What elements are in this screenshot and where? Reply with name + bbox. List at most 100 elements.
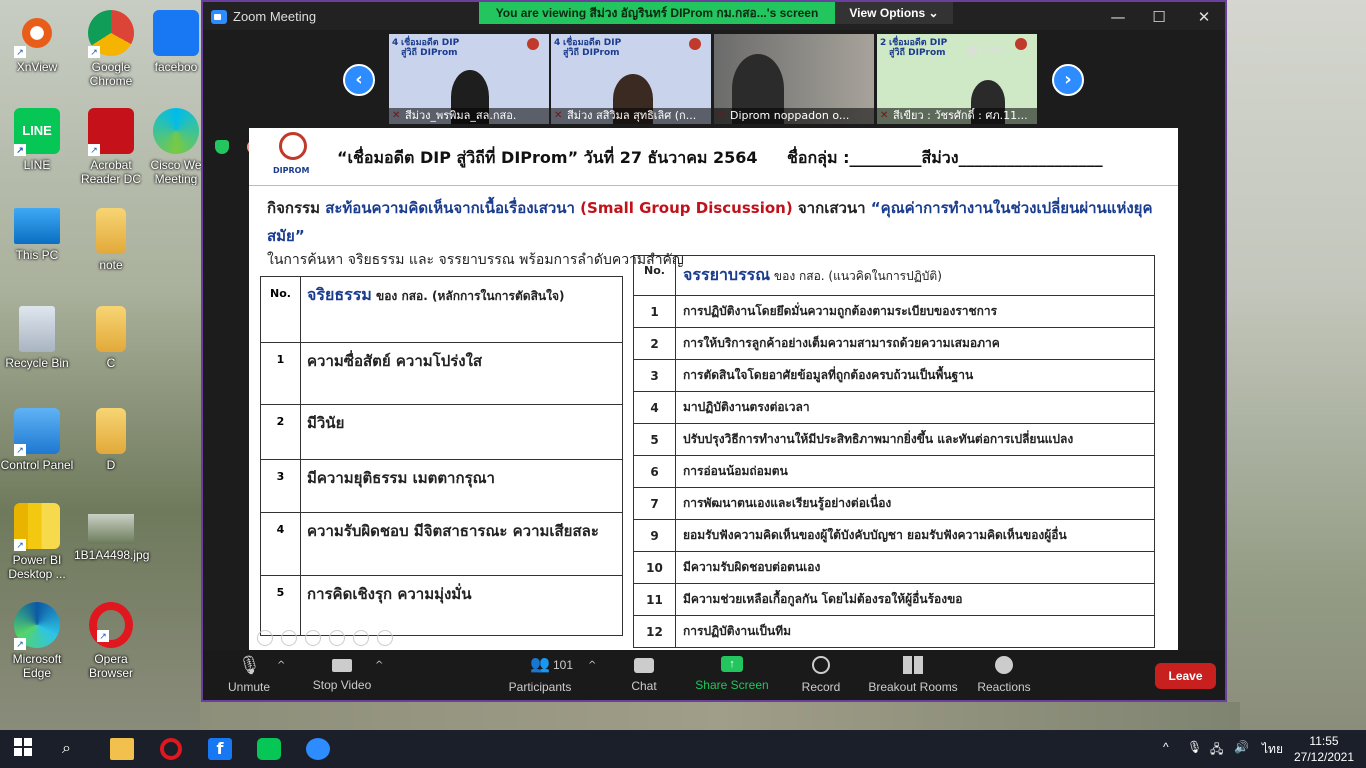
participant-tile[interactable]: ✕ Diprom noppadon o...: [714, 34, 874, 124]
minimize-button[interactable]: —: [1103, 6, 1133, 28]
more-icon[interactable]: [377, 630, 393, 646]
play-icon[interactable]: [281, 630, 297, 646]
opera-taskbar-icon[interactable]: [160, 738, 182, 760]
tile-banner-number: 4: [554, 38, 561, 48]
zoom-icon[interactable]: [353, 630, 369, 646]
activity-from: จากเสวนา: [792, 199, 871, 217]
grid-icon: ▦: [966, 42, 978, 56]
row-text: การคิดเชิงรุก ความมุ่งมั่น: [300, 575, 623, 636]
no-header: No.: [260, 276, 301, 343]
desktop-icon-line[interactable]: LINE ↗ LINE: [0, 108, 74, 172]
facebook-icon: [153, 10, 199, 56]
desktop-icon-webex[interactable]: Cisco We Meeting: [148, 108, 204, 186]
prev-slide-icon[interactable]: [257, 630, 273, 646]
share-screen-button[interactable]: ↑ Share Screen: [695, 656, 769, 692]
breakout-rooms-button[interactable]: Breakout Rooms: [867, 656, 959, 694]
participant-name: Diprom noppadon o...: [714, 108, 874, 124]
table-row: 2 การให้บริการลูกค้าอย่างเต็มความสามารถด้…: [633, 327, 1155, 360]
desktop-icon-label: 1B1A4498.jpg: [74, 548, 150, 562]
row-number: 3: [260, 459, 301, 513]
unmute-button[interactable]: 🎙 Unmute: [225, 656, 273, 694]
input-language[interactable]: ไทย: [1262, 740, 1283, 759]
ethics-table: No. จริยธรรม ของ กสอ. (หลักการในการตัดสิ…: [260, 276, 623, 636]
desktop-icon-label: D: [106, 458, 116, 472]
desktop-icon-image-file[interactable]: 1B1A4498.jpg: [74, 514, 150, 562]
file-explorer-taskbar-icon[interactable]: [110, 738, 134, 760]
video-options-caret[interactable]: ^: [375, 660, 383, 671]
reactions-icon: [995, 656, 1013, 674]
audio-options-caret[interactable]: ^: [277, 660, 285, 671]
chevron-left-icon: ‹: [355, 69, 363, 90]
table-row: 6 การอ่อนน้อมถ่อมตน: [633, 455, 1155, 488]
shared-screen: DIPROM “เชื่อมอดีต DIP สู่วิถีที่ DIProm…: [249, 128, 1178, 650]
desktop-icon-xnview[interactable]: ↗ XnView: [0, 10, 74, 74]
reactions-button[interactable]: Reactions: [977, 656, 1031, 694]
volume-icon[interactable]: 🔊: [1234, 740, 1249, 754]
desktop-icon-edge[interactable]: ↗ Microsoft Edge: [0, 602, 74, 680]
desktop-icon-label: note: [99, 258, 123, 272]
desktop-icon-opera[interactable]: ↗ Opera Browser: [74, 602, 148, 680]
participant-tile[interactable]: 4 เชื่อมอดีต DIP สู่วิถี DIProm ✕ สีม่วง…: [389, 34, 549, 124]
xnview-icon: ↗: [14, 10, 60, 58]
desktop-icon-control-panel[interactable]: ↗ Control Panel: [0, 408, 74, 472]
view-button[interactable]: ▦ View: [966, 42, 1006, 56]
pen-icon[interactable]: [305, 630, 321, 646]
zoom-taskbar-icon[interactable]: [306, 738, 330, 760]
table-row: 9 ยอมรับฟังความคิดเห็นของผู้ใต้บังคับบัญช…: [633, 519, 1155, 552]
desktop-icon-this-pc[interactable]: This PC: [0, 208, 74, 262]
row-number: 10: [633, 551, 676, 584]
power-bi-icon: ↗: [14, 503, 60, 551]
desktop-icon-c[interactable]: C: [74, 306, 148, 370]
close-button[interactable]: ✕: [1189, 6, 1219, 28]
shield-icon[interactable]: [215, 140, 229, 154]
clock-time: 11:55: [1309, 734, 1339, 748]
next-page-button[interactable]: ›: [1052, 64, 1084, 96]
view-options-button[interactable]: View Options ⌄: [835, 2, 953, 24]
tile-banner-number: 4: [392, 38, 399, 48]
chat-button[interactable]: Chat: [627, 656, 661, 693]
stop-video-button[interactable]: Stop Video: [309, 656, 375, 692]
line-taskbar-icon[interactable]: [257, 738, 281, 760]
table-row: 4 ความรับผิดชอบ มีจิตสาธารณะ ความเสียสละ: [260, 512, 623, 576]
row-number: 12: [633, 615, 676, 648]
row-number: 4: [633, 391, 676, 424]
start-button[interactable]: [14, 738, 38, 760]
table-row: 5 ปรับปรุงวิธีการทำงานให้มีประสิทธิภาพมาก…: [633, 423, 1155, 456]
row-text: มีความรับผิดชอบต่อตนเอง: [675, 551, 1155, 584]
desktop-icon-note[interactable]: note: [74, 208, 148, 272]
desktop-icon-d[interactable]: D: [74, 408, 148, 472]
desktop-icon-facebook[interactable]: faceboo: [148, 10, 204, 74]
recycle-bin-icon: [19, 306, 55, 352]
row-number: 3: [633, 359, 676, 392]
folder-icon: [96, 408, 126, 454]
leave-button[interactable]: Leave: [1155, 663, 1216, 689]
row-text: ความซื่อสัตย์ ความโปร่งใส: [300, 342, 623, 405]
participants-options-caret[interactable]: ^: [588, 660, 596, 671]
network-icon[interactable]: 🖧: [1210, 740, 1223, 761]
desktop-icon-recycle-bin[interactable]: Recycle Bin: [0, 306, 74, 370]
desktop-icon-acrobat[interactable]: ↗ Acrobat Reader DC: [74, 108, 148, 186]
desktop-icon-chrome[interactable]: ↗ Google Chrome: [74, 10, 148, 88]
code-of-conduct-table: No. จรรยาบรรณ ของ กสอ. (แนวคิดในการปฏิบั…: [633, 255, 1155, 648]
slides-icon[interactable]: [329, 630, 345, 646]
desktop-icon-label: Acrobat Reader DC: [80, 158, 142, 186]
microphone-icon[interactable]: 🎙: [1187, 740, 1202, 754]
desktop-icon-label: C: [106, 356, 116, 370]
previous-page-button[interactable]: ‹: [343, 64, 375, 96]
chat-label: Chat: [631, 679, 657, 693]
maximize-button[interactable]: ☐: [1144, 6, 1174, 28]
participants-label: Participants: [508, 680, 572, 694]
participant-tile[interactable]: 4 เชื่อมอดีต DIP สู่วิถี DIProm ✕ สีม่วง…: [551, 34, 711, 124]
participant-tile[interactable]: 2 เชื่อมอดีต DIP สู่วิถี DIProm ✕ สีเขีย…: [877, 34, 1037, 124]
search-button[interactable]: ⌕: [62, 738, 86, 760]
desktop-icon-power-bi[interactable]: ↗ Power BI Desktop ...: [0, 503, 74, 581]
record-button[interactable]: Record: [801, 656, 841, 694]
control-panel-icon: ↗: [14, 408, 60, 456]
facebook-taskbar-icon[interactable]: f: [208, 738, 232, 760]
row-text: มาปฏิบัติงานตรงต่อเวลา: [675, 391, 1155, 424]
slide-toolbar: [257, 630, 401, 646]
desktop-icon-label: LINE: [23, 158, 51, 172]
tile-banner-text: เชื่อมอดีต DIP สู่วิถี DIProm: [563, 38, 622, 58]
show-hidden-icons[interactable]: ^: [1163, 740, 1169, 754]
system-clock[interactable]: 11:55 27/12/2021: [1292, 733, 1356, 765]
